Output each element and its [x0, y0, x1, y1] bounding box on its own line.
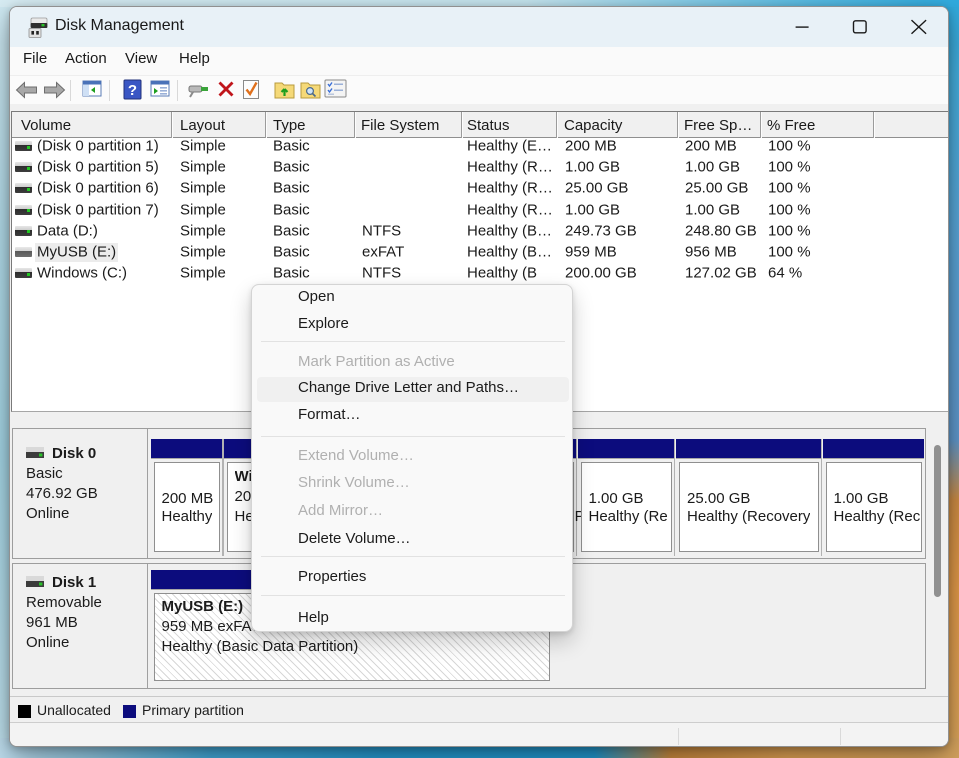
- svg-text:?: ?: [128, 82, 137, 99]
